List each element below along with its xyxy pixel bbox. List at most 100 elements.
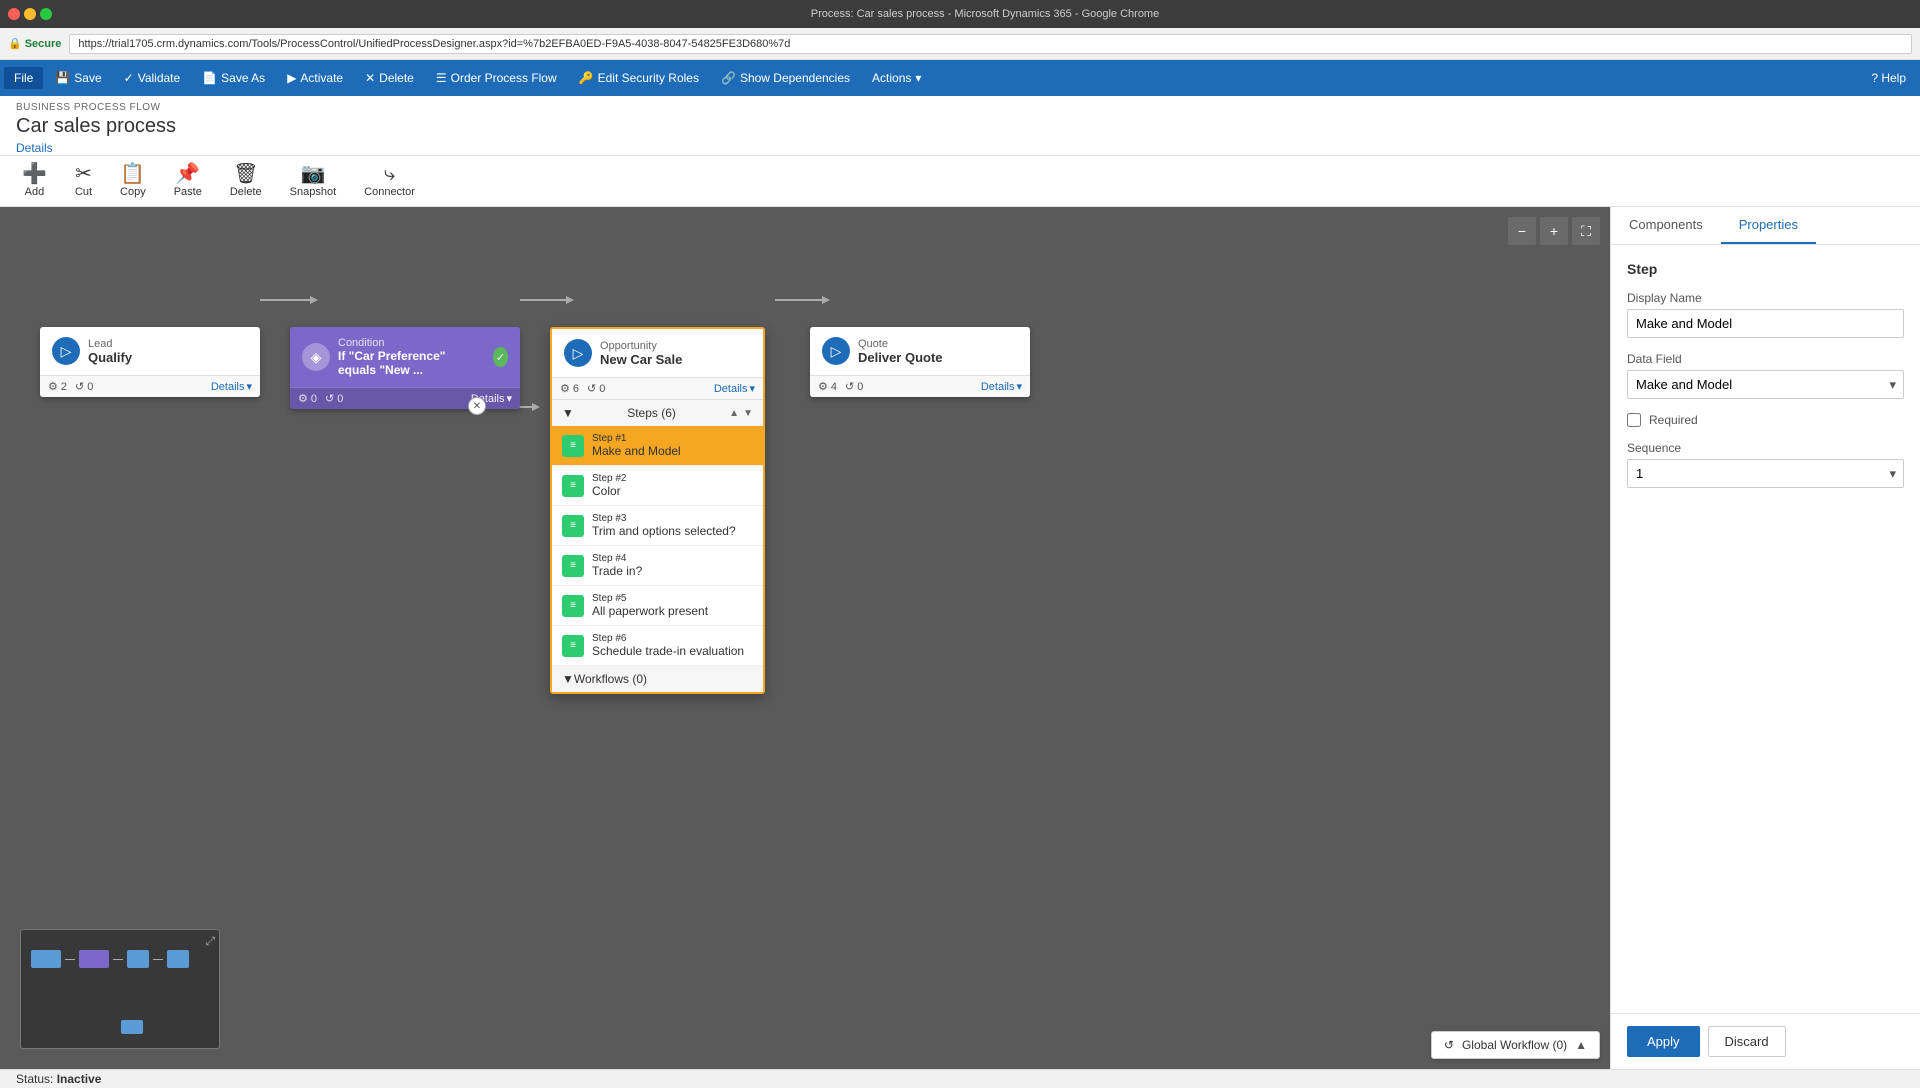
- connector-button[interactable]: ⤷ Connector: [358, 160, 421, 202]
- quote-node[interactable]: ▷ Quote Deliver Quote ⚙ 4 ↺ 0 Details ▾: [810, 327, 1030, 397]
- maximize-window-button[interactable]: [40, 8, 52, 20]
- quote-flow-badge: ↺ 0: [845, 380, 863, 393]
- discard-button[interactable]: Discard: [1708, 1026, 1786, 1057]
- mini-connector-1: [65, 959, 75, 960]
- step-6-icon: ≡: [562, 635, 584, 657]
- cut-button[interactable]: ✂ Cut: [69, 160, 98, 202]
- close-window-button[interactable]: [8, 8, 20, 20]
- step-item-4[interactable]: ≡ Step #4 Trade in?: [552, 546, 763, 586]
- add-icon: ➕: [22, 164, 47, 184]
- delete-icon: 🗑: [233, 164, 258, 184]
- step-3-text: Step #3 Trim and options selected?: [592, 513, 736, 538]
- quote-node-footer: ⚙ 4 ↺ 0 Details ▾: [810, 375, 1030, 397]
- opp-details-dropdown[interactable]: Details ▾: [714, 382, 755, 395]
- minimize-window-button[interactable]: [24, 8, 36, 20]
- minimap-expand-button[interactable]: ⤢: [205, 934, 215, 949]
- cut-icon: ✂: [75, 164, 92, 184]
- condition-remove-button[interactable]: ✕: [468, 397, 486, 415]
- global-workflow-bar: ↺ Global Workflow (0) ▲: [1431, 1031, 1600, 1059]
- sequence-group: Sequence 1 ▾: [1627, 441, 1904, 488]
- steps-arrows: ▲ ▼: [729, 408, 753, 419]
- actions-button[interactable]: Actions▾: [862, 67, 931, 89]
- step-item-5[interactable]: ≡ Step #5 All paperwork present: [552, 586, 763, 626]
- opportunity-node-footer: ⚙ 6 ↺ 0 Details ▾: [552, 377, 763, 399]
- required-checkbox[interactable]: [1627, 413, 1641, 427]
- step-item-3[interactable]: ≡ Step #3 Trim and options selected?: [552, 506, 763, 546]
- data-field-select[interactable]: Make and Model: [1627, 370, 1904, 399]
- details-link[interactable]: Details: [16, 141, 53, 155]
- display-name-input[interactable]: [1627, 309, 1904, 338]
- url-bar[interactable]: https://trial1705.crm.dynamics.com/Tools…: [69, 34, 1912, 54]
- order-process-flow-button[interactable]: ☰Order Process Flow: [426, 67, 567, 89]
- fullscreen-button[interactable]: ⛶: [1572, 217, 1600, 245]
- paste-button[interactable]: 📌 Paste: [168, 160, 208, 202]
- step-5-text: Step #5 All paperwork present: [592, 593, 708, 618]
- opportunity-panel[interactable]: ▷ Opportunity New Car Sale ⚙ 6 ↺ 0 Detai…: [550, 327, 765, 694]
- step-2-text: Step #2 Color: [592, 473, 626, 498]
- lead-node-icon: ▷: [52, 337, 80, 365]
- step-item-6[interactable]: ≡ Step #6 Schedule trade-in evaluation: [552, 626, 763, 666]
- condition-node-header: ◈ Condition If "Car Preference" equals "…: [290, 327, 520, 387]
- condition-node-icon: ◈: [302, 343, 330, 371]
- step-2-icon: ≡: [562, 475, 584, 497]
- mini-condition-node: [79, 950, 109, 968]
- opp-steps-badge: ⚙ 6: [560, 382, 579, 395]
- copy-icon: 📋: [120, 164, 145, 184]
- zoom-in-button[interactable]: +: [1540, 217, 1568, 245]
- step-item-2[interactable]: ≡ Step #2 Color: [552, 466, 763, 506]
- condition-node-text: Condition If "Car Preference" equals "Ne…: [338, 337, 485, 377]
- tab-components[interactable]: Components: [1611, 207, 1721, 244]
- save-as-button[interactable]: 📄Save As: [192, 67, 275, 89]
- minimap: ⤢: [20, 929, 220, 1049]
- address-bar: 🔒 Secure https://trial1705.crm.dynamics.…: [0, 28, 1920, 60]
- connector-icon: ⤷: [384, 164, 395, 184]
- delete-cmd-button[interactable]: 🗑 Delete: [224, 160, 268, 202]
- activate-button[interactable]: ▶Activate: [277, 67, 353, 89]
- mini-lead-node: [31, 950, 61, 968]
- lead-details-dropdown[interactable]: Details ▾: [211, 380, 252, 393]
- add-button[interactable]: ➕ Add: [16, 160, 53, 202]
- data-field-select-wrapper: Make and Model ▾: [1627, 370, 1904, 399]
- quote-details-dropdown[interactable]: Details ▾: [981, 380, 1022, 393]
- required-group: Required: [1627, 413, 1904, 427]
- delete-button[interactable]: ✕Delete: [355, 67, 424, 89]
- step-4-text: Step #4 Trade in?: [592, 553, 642, 578]
- mini-connector-3: [153, 959, 163, 960]
- canvas-area[interactable]: − + ⛶ ▷: [0, 207, 1610, 1069]
- condition-check-icon: ✓: [493, 347, 508, 367]
- file-button[interactable]: File: [4, 67, 43, 89]
- status-value: Inactive: [57, 1072, 102, 1086]
- snapshot-icon: 📷: [300, 164, 325, 184]
- condition-steps-badge: ⚙ 0: [298, 392, 317, 405]
- panel-section-title: Step: [1627, 261, 1904, 277]
- edit-security-roles-button[interactable]: 🔑Edit Security Roles: [569, 67, 709, 89]
- lead-node[interactable]: ▷ Lead Qualify ⚙ 2 ↺ 0 Details ▾: [40, 327, 260, 397]
- step-1-icon: ≡: [562, 435, 584, 457]
- step-4-icon: ≡: [562, 555, 584, 577]
- validate-button[interactable]: ✓Validate: [114, 67, 191, 89]
- workflows-section: ▼ Workflows (0): [552, 666, 763, 692]
- step-5-icon: ≡: [562, 595, 584, 617]
- snapshot-button[interactable]: 📷 Snapshot: [284, 160, 342, 202]
- tab-properties[interactable]: Properties: [1721, 207, 1816, 244]
- opp-flow-badge: ↺ 0: [587, 382, 605, 395]
- status-bar: Status: Inactive: [0, 1069, 1920, 1088]
- right-panel: Components Properties Step Display Name …: [1610, 207, 1920, 1069]
- help-button[interactable]: ? Help: [1861, 67, 1916, 89]
- apply-button[interactable]: Apply: [1627, 1026, 1700, 1057]
- opportunity-node-icon: ▷: [564, 339, 592, 367]
- step-1-text: Step #1 Make and Model: [592, 433, 681, 458]
- condition-node[interactable]: ◈ Condition If "Car Preference" equals "…: [290, 327, 520, 409]
- zoom-out-button[interactable]: −: [1508, 217, 1536, 245]
- save-button[interactable]: 💾Save: [45, 67, 111, 89]
- copy-button[interactable]: 📋 Copy: [114, 160, 152, 202]
- step-item-1[interactable]: ≡ Step #1 Make and Model: [552, 426, 763, 466]
- show-dependencies-button[interactable]: 🔗Show Dependencies: [711, 67, 860, 89]
- breadcrumb: BUSINESS PROCESS FLOW: [16, 102, 1904, 113]
- data-field-group: Data Field Make and Model ▾: [1627, 352, 1904, 399]
- steps-section: ▼ Steps (6) ▲ ▼ ≡ Step #1 Make and Model: [552, 399, 763, 666]
- steps-section-header: ▼ Steps (6) ▲ ▼: [552, 400, 763, 426]
- browser-chrome: Process: Car sales process - Microsoft D…: [0, 0, 1920, 28]
- sequence-select[interactable]: 1: [1627, 459, 1904, 488]
- display-name-label: Display Name: [1627, 291, 1904, 305]
